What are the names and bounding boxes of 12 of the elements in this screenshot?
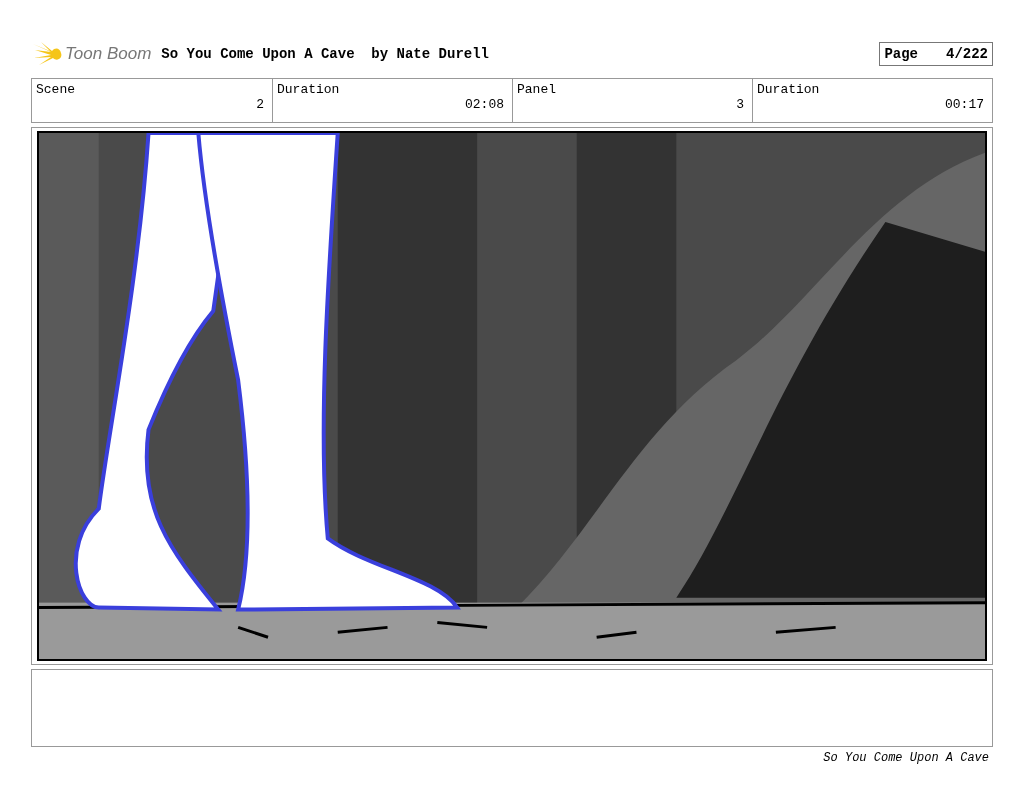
footer-title: So You Come Upon A Cave — [823, 751, 989, 765]
field-value: 00:17 — [945, 97, 984, 112]
field-value: 3 — [736, 97, 744, 112]
storyboard-title: So You Come Upon A Cave by Nate Durell — [161, 46, 490, 62]
field-label: Duration — [277, 82, 340, 97]
field-label: Duration — [757, 82, 820, 97]
field-label: Panel — [517, 82, 556, 97]
field-value: 02:08 — [465, 97, 504, 112]
field-label: Scene — [36, 82, 75, 97]
field-value: 2 — [256, 97, 264, 112]
logo-text: Toon Boom — [65, 44, 152, 64]
page-counter: Page 4/222 — [879, 42, 993, 66]
